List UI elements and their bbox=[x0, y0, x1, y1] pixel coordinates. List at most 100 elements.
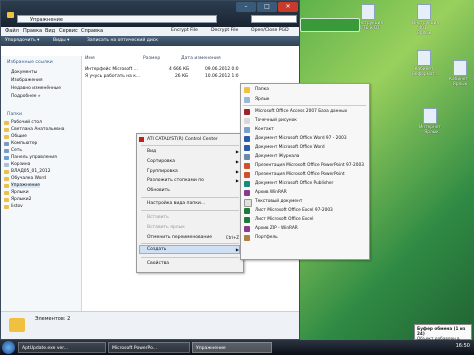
submenu-item[interactable]: Документ Журнала bbox=[255, 154, 299, 159]
folder-icon bbox=[4, 170, 9, 174]
menu-item-stack[interactable]: Разложить стопками по bbox=[147, 178, 204, 183]
new-submenu: Папка Ярлык Microsoft Office Access 2007… bbox=[240, 83, 370, 260]
shortcut-icon bbox=[244, 97, 250, 103]
menu-item-sort[interactable]: Сортировка bbox=[147, 159, 175, 164]
address-bar[interactable]: Упражнение bbox=[17, 15, 217, 23]
maximize-button[interactable]: □ bbox=[257, 2, 277, 12]
submenu-item[interactable]: Документ Microsoft Office Word bbox=[255, 145, 325, 150]
powerpoint-icon bbox=[244, 163, 250, 169]
encrypt-file-button[interactable]: Encrypt File bbox=[171, 28, 198, 33]
publisher-icon bbox=[244, 181, 250, 187]
column-header-date[interactable]: Дата изменения bbox=[181, 56, 221, 61]
tree-item[interactable]: Панель управления bbox=[11, 155, 57, 160]
nav-link[interactable]: Недавно изменённые bbox=[11, 86, 61, 91]
file-name: Интерфейс Microsoft ... bbox=[85, 67, 138, 72]
menu-file[interactable]: Файл bbox=[5, 28, 19, 34]
tree-item[interactable]: listov bbox=[11, 204, 23, 209]
menu-tools[interactable]: Сервис bbox=[59, 28, 78, 34]
tree-item[interactable]: Компьютер bbox=[11, 141, 37, 146]
menu-item-customize[interactable]: Настройка вида папки... bbox=[147, 201, 205, 206]
menu-item-group[interactable]: Группировка bbox=[147, 169, 178, 174]
nav-link[interactable]: Изображения bbox=[11, 78, 43, 83]
views-button[interactable]: Виды ▾ bbox=[53, 38, 69, 43]
tree-item[interactable]: Ярлыки2 bbox=[11, 197, 31, 202]
taskbar-item[interactable]: Microsoft PowerPo... bbox=[108, 342, 190, 353]
submenu-item[interactable]: Лист Microsoft Office Excel bbox=[255, 217, 313, 222]
submenu-item[interactable]: Архив ZIP - WinRAR bbox=[255, 226, 298, 231]
folders-header[interactable]: Папки bbox=[7, 112, 22, 117]
submenu-item[interactable]: Текстовый документ bbox=[255, 199, 302, 204]
submenu-item[interactable]: Документ Microsoft Office Publisher bbox=[255, 181, 333, 186]
submenu-item[interactable]: Контакт bbox=[255, 127, 274, 132]
close-button[interactable]: ✕ bbox=[278, 2, 298, 12]
menu-item-ati[interactable]: ATI CATALYST(R) Control Center bbox=[147, 137, 218, 142]
column-header-name[interactable]: Имя bbox=[85, 56, 95, 61]
menu-item-new[interactable]: Создать bbox=[147, 247, 166, 252]
menu-item-paste[interactable]: Вставить bbox=[147, 215, 169, 220]
tree-item[interactable]: Сеть bbox=[11, 148, 22, 153]
burn-button[interactable]: Записать на оптический диск bbox=[87, 38, 158, 43]
organize-button[interactable]: Упорядочить ▾ bbox=[5, 38, 39, 43]
folder-icon bbox=[9, 318, 25, 332]
column-header-size[interactable]: Размер bbox=[143, 56, 160, 61]
menu-help[interactable]: Справка bbox=[81, 28, 103, 34]
desktop-icon[interactable]: Кабинет информат... bbox=[412, 50, 439, 77]
decrypt-file-button[interactable]: Decrypt File bbox=[211, 28, 238, 33]
separator bbox=[141, 243, 239, 244]
menu-item-undo-rename[interactable]: Отменить переименование bbox=[147, 235, 212, 240]
taskbar-item-active[interactable]: Упражнение bbox=[192, 342, 272, 353]
folder-icon bbox=[244, 87, 250, 93]
submenu-item[interactable]: Лист Microsoft Office Excel 97-2003 bbox=[255, 208, 333, 213]
desktop-icon[interactable]: Интернет - Ярлык bbox=[418, 108, 442, 135]
menu-item-view[interactable]: Вид bbox=[147, 149, 156, 154]
chevron-right-icon: ▶ bbox=[235, 178, 239, 183]
title-bar[interactable]: Упражнение – □ ✕ bbox=[1, 1, 299, 27]
nav-link[interactable]: Подробнее » bbox=[11, 94, 41, 99]
tree-item-selected[interactable]: Упражнение bbox=[11, 183, 40, 188]
submenu-item[interactable]: Презентация Microsoft Office PowerPoint … bbox=[255, 163, 364, 168]
submenu-item[interactable]: Портфель bbox=[255, 235, 278, 240]
submenu-item[interactable]: Документ Microsoft Office Word 97 - 2003 bbox=[255, 136, 347, 141]
desktop-gadget[interactable] bbox=[300, 18, 360, 32]
tree-item[interactable]: Светлана Анатольевна bbox=[11, 127, 64, 132]
taskbar-item[interactable]: AptUpdate.exe ver... bbox=[18, 342, 106, 353]
search-input[interactable] bbox=[251, 15, 297, 23]
status-bar: Элементов: 2 bbox=[1, 311, 299, 339]
submenu-item[interactable]: Microsoft Office Access 2007 База данных bbox=[255, 109, 347, 114]
tree-item[interactable]: Ярлыки bbox=[11, 190, 29, 195]
submenu-item[interactable]: Архив WinRAR bbox=[255, 190, 287, 195]
menu-edit[interactable]: Правка bbox=[23, 28, 42, 34]
tree-item[interactable]: Обучалка Word bbox=[11, 176, 46, 181]
separator bbox=[141, 210, 239, 211]
submenu-item[interactable]: Ярлык bbox=[255, 97, 269, 102]
menu-view[interactable]: Вид bbox=[45, 28, 55, 34]
computer-icon bbox=[4, 142, 9, 146]
ati-icon bbox=[139, 137, 144, 142]
tree-item[interactable]: Общие bbox=[11, 134, 27, 139]
desktop-icon[interactable]: Кабинет - Ярлык bbox=[448, 60, 472, 87]
file-name: Я учусь работать на к... bbox=[85, 74, 141, 79]
submenu-item[interactable]: Презентация Microsoft Office PowerPoint bbox=[255, 172, 345, 177]
chevron-right-icon: ▶ bbox=[235, 149, 239, 154]
menu-item-properties[interactable]: Свойства bbox=[147, 261, 169, 266]
tree-item[interactable]: ВЛАД05_01_2012 bbox=[11, 169, 51, 174]
favorites-header: Избранные ссылки bbox=[7, 60, 53, 65]
window-controls: – □ ✕ bbox=[236, 2, 298, 12]
open-close-pgd-button[interactable]: Open/Close PGD bbox=[251, 28, 289, 33]
tree-item[interactable]: Корзина bbox=[11, 162, 30, 167]
menu-item-refresh[interactable]: Обновить bbox=[147, 188, 170, 193]
network-icon bbox=[4, 149, 9, 153]
start-button[interactable] bbox=[2, 341, 15, 354]
control-panel-icon bbox=[4, 156, 9, 160]
minimize-button[interactable]: – bbox=[236, 2, 256, 12]
submenu-item[interactable]: Точечный рисунок bbox=[255, 118, 297, 123]
taskbar: AptUpdate.exe ver... Microsoft PowerPo..… bbox=[0, 340, 474, 355]
clipboard-notification[interactable]: Буфер обмена (1 из 24) Объект добавлен в… bbox=[414, 324, 472, 346]
nav-link[interactable]: Документы bbox=[11, 70, 37, 75]
submenu-item[interactable]: Папка bbox=[255, 87, 269, 92]
folder-icon bbox=[4, 198, 9, 202]
tree-item[interactable]: Рабочий стол bbox=[11, 120, 42, 125]
clock[interactable]: 16:50 bbox=[456, 343, 470, 349]
menu-item-paste-shortcut[interactable]: Вставить ярлык bbox=[147, 225, 185, 230]
desktop-icon[interactable]: Инструкция 401 - Ярлык bbox=[412, 4, 439, 36]
